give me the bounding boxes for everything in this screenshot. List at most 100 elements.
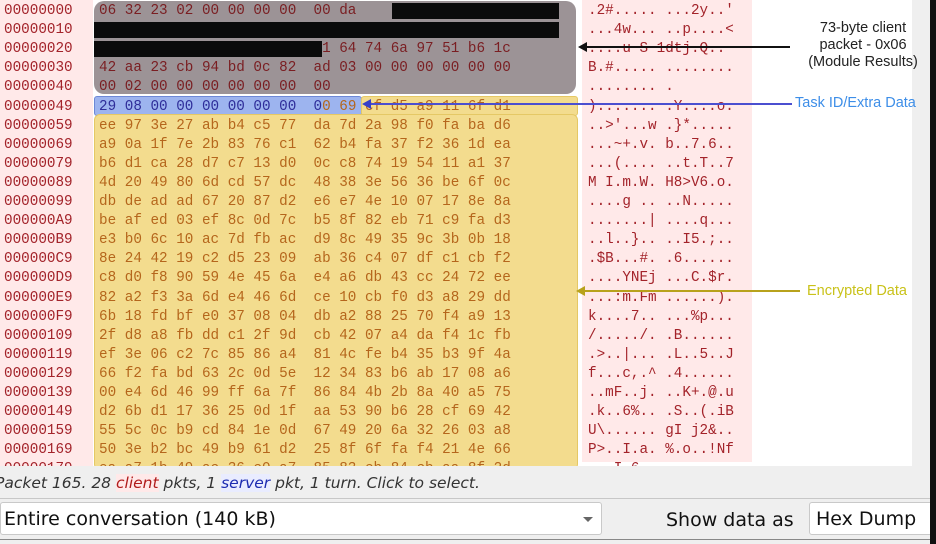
row-hex-bytes[interactable]: db de ad ad 67 20 87 d2 e6 e7 4e 10 07 1… bbox=[99, 193, 511, 212]
row-ascii[interactable]: ..mF..j. ..K+.@.u bbox=[588, 384, 734, 403]
row-offset: 000000D9 bbox=[2, 269, 92, 289]
row-hex-bytes[interactable]: ee 97 3e 27 ab b4 c5 77 da 7d 2a 98 f0 f… bbox=[99, 117, 511, 136]
row-ascii[interactable]: .k..6%.. .S..(.iB bbox=[588, 403, 734, 422]
row-offset: 00000040 bbox=[2, 78, 92, 98]
row-offset: 00000079 bbox=[2, 154, 92, 174]
row-hex-bytes[interactable]: 66 f2 fa bd 63 2c 0d 5e 12 34 83 b6 ab 1… bbox=[99, 365, 511, 384]
row-ascii[interactable]: P>..I.a. %.o..!Nf bbox=[588, 441, 734, 460]
row-hex-bytes[interactable]: 06 32 23 02 00 00 00 00 00 da bbox=[99, 2, 356, 21]
row-offset: 00000000 bbox=[2, 2, 92, 21]
row-offset: 00000169 bbox=[2, 441, 92, 461]
row-hex-bytes[interactable]: 55 5c 0c b9 cd 84 1e 0d 67 49 20 6a 32 2… bbox=[99, 422, 511, 441]
status-line[interactable]: Packet 165. 28 client pkts, 1 server pkt… bbox=[0, 470, 480, 496]
chevron-down-icon bbox=[583, 517, 593, 522]
row-hex-bytes[interactable]: a9 0a 1f 7e 2b 83 76 c1 62 b4 fa 37 f2 3… bbox=[99, 136, 511, 155]
encrypted-data-arrow bbox=[582, 290, 800, 292]
row-ascii[interactable]: )....... .Y....o. bbox=[588, 98, 734, 117]
row-ascii[interactable]: k....7.. ...%p... bbox=[588, 308, 734, 327]
module-results-label: 73-byte client packet - 0x06 (Module Res… bbox=[796, 20, 930, 71]
row-hex-bytes[interactable]: be af ed 03 ef 8c 0d 7c b5 8f 82 eb 71 c… bbox=[99, 212, 511, 231]
redaction-block bbox=[392, 3, 559, 19]
row-hex-bytes[interactable]: d2 6b d1 17 36 25 0d 1f aa 53 90 b6 28 c… bbox=[99, 403, 511, 422]
arrowhead-icon bbox=[578, 42, 587, 52]
task-id-arrow bbox=[368, 103, 792, 105]
show-data-as-select[interactable]: Hex Dump bbox=[809, 502, 934, 535]
row-hex-bytes[interactable]: 8e 24 42 19 c2 d5 23 09 ab 36 c4 07 df c… bbox=[99, 250, 511, 269]
arrowhead-icon bbox=[362, 99, 371, 109]
show-data-as-value: Hex Dump bbox=[816, 508, 917, 530]
task-id-label: Task ID/Extra Data bbox=[795, 95, 916, 111]
row-ascii[interactable]: .2#..... ...2y..' bbox=[588, 2, 734, 21]
row-offset: 000000E9 bbox=[2, 288, 92, 308]
encrypted-bytes: 0 69 cf d5 a9 11 6f d1 bbox=[322, 98, 511, 115]
row-offset: 00000030 bbox=[2, 59, 92, 79]
row-offset: 000000A9 bbox=[2, 212, 92, 232]
row-hex-bytes[interactable]: 50 3e b2 bc 49 b9 61 d2 25 8f 6f fa f4 2… bbox=[99, 441, 511, 460]
row-ascii[interactable]: ..>'...w .}*..... bbox=[588, 117, 734, 136]
encrypted-data-label: Encrypted Data bbox=[807, 283, 907, 299]
divider bbox=[0, 498, 930, 499]
row-hex-bytes[interactable]: 42 aa 23 cb 94 bd 0c 82 ad 03 00 00 00 0… bbox=[99, 59, 511, 78]
divider bbox=[0, 539, 930, 540]
row-hex-bytes[interactable]: 6b 18 fd bf e0 37 08 04 db a2 88 25 70 f… bbox=[99, 308, 511, 327]
row-offset: 00000119 bbox=[2, 345, 92, 365]
conversation-select-value: Entire conversation (140 kB) bbox=[4, 508, 276, 530]
row-hex-bytes[interactable]: b6 d1 ca 28 d7 c7 13 d0 0c c8 74 19 54 1… bbox=[99, 155, 511, 174]
row-hex-bytes[interactable]: e3 b0 6c 10 ac 7d fb ac d9 8c 49 35 9c 3… bbox=[99, 231, 511, 250]
row-hex-bytes[interactable]: 29 08 00 00 00 00 00 00 00 69 cf d5 a9 1… bbox=[99, 98, 511, 117]
show-data-as-label: Show data as bbox=[666, 509, 794, 531]
row-ascii[interactable]: ....g .. ..N..... bbox=[588, 193, 734, 212]
redaction-block bbox=[94, 41, 322, 57]
row-offset: 00000010 bbox=[2, 21, 92, 41]
row-hex-bytes[interactable]: ef 3e 06 c2 7c 85 86 a4 81 4c fe b4 35 b… bbox=[99, 346, 511, 365]
row-hex-bytes[interactable]: 00 e4 6d 46 99 ff 6a 7f 86 84 4b 2b 8a 4… bbox=[99, 384, 511, 403]
label-line: (Module Results) bbox=[808, 54, 918, 70]
row-ascii[interactable]: .......| ....q... bbox=[588, 212, 734, 231]
row-offset: 000000F9 bbox=[2, 307, 92, 327]
row-offset: 00000089 bbox=[2, 173, 92, 193]
server-label: server bbox=[221, 474, 271, 492]
row-ascii[interactable]: f...c,.^ .4...... bbox=[588, 365, 734, 384]
row-ascii[interactable]: .>..|... .L..5..J bbox=[588, 346, 734, 365]
row-ascii[interactable]: ..l..}.. ..I5.;.. bbox=[588, 231, 734, 250]
row-ascii[interactable]: M I.m.W. H8>V6.o. bbox=[588, 174, 734, 193]
row-offset: 00000109 bbox=[2, 326, 92, 346]
conversation-select[interactable]: Entire conversation (140 kB) bbox=[0, 502, 602, 535]
row-ascii[interactable]: U\...... gI j2&.. bbox=[588, 422, 734, 441]
row-ascii[interactable]: B.#..... ........ bbox=[588, 59, 734, 78]
row-offset: 00000129 bbox=[2, 364, 92, 384]
status-text: pkts, 1 bbox=[158, 474, 222, 492]
label-line: packet - 0x06 bbox=[819, 37, 907, 53]
row-hex-bytes[interactable]: ea a7 1b 49 ac 36 c0 a7 85 83 cb 84 cb a… bbox=[99, 460, 511, 466]
window-edge bbox=[930, 0, 936, 544]
status-text: pkt, 1 turn. Click to select. bbox=[270, 474, 480, 492]
row-ascii[interactable]: ...I.6.. .......- bbox=[588, 460, 734, 466]
row-offset: 00000179 bbox=[2, 460, 92, 466]
row-ascii[interactable]: .$B...#. .6...... bbox=[588, 250, 734, 269]
row-hex-bytes[interactable]: 2f d8 a8 fb dd c1 2f 9d cb 42 07 a4 da f… bbox=[99, 327, 511, 346]
row-ascii[interactable]: ....u S 1dtj.Q.. bbox=[588, 40, 725, 59]
row-ascii[interactable]: ....YNEj ...C.$r. bbox=[588, 269, 734, 288]
row-offset: 00000149 bbox=[2, 403, 92, 423]
redaction-block bbox=[94, 22, 559, 38]
row-ascii[interactable]: ........ . bbox=[588, 78, 674, 97]
row-offset: 00000069 bbox=[2, 135, 92, 155]
row-ascii[interactable]: ...(.... ..t.T..7 bbox=[588, 155, 734, 174]
row-ascii[interactable]: /...../. .B...... bbox=[588, 327, 734, 346]
client-label: client bbox=[115, 474, 159, 492]
row-hex-bytes[interactable]: c8 d0 f8 90 59 4e 45 6a e4 a6 db 43 cc 2… bbox=[99, 269, 511, 288]
label-line: 73-byte client bbox=[819, 20, 907, 36]
row-hex-bytes[interactable]: 00 02 00 00 00 00 00 00 00 bbox=[99, 78, 331, 97]
task-id-bytes: 29 08 00 00 00 00 00 00 0 bbox=[99, 98, 323, 115]
row-hex-bytes[interactable]: 82 a2 f3 3a 6d e4 46 6d ce 10 cb f0 d3 a… bbox=[99, 289, 511, 308]
arrowhead-icon bbox=[576, 286, 585, 296]
module-results-arrow bbox=[584, 46, 790, 48]
row-offset: 00000099 bbox=[2, 193, 92, 212]
row-offset: 00000139 bbox=[2, 384, 92, 403]
status-text: Packet 165. 28 bbox=[0, 474, 116, 492]
hex-dump-pane[interactable]: 00000000 06 32 23 02 00 00 00 00 00 da .2#… bbox=[0, 0, 912, 466]
row-offset: 00000020 bbox=[2, 40, 92, 60]
row-ascii[interactable]: ...4w... ..p....< bbox=[588, 21, 734, 40]
row-ascii[interactable]: ...~+.v. b..7.6.. bbox=[588, 136, 734, 155]
row-hex-bytes[interactable]: 4d 20 49 80 6d cd 57 dc 48 38 3e 56 36 b… bbox=[99, 174, 511, 193]
